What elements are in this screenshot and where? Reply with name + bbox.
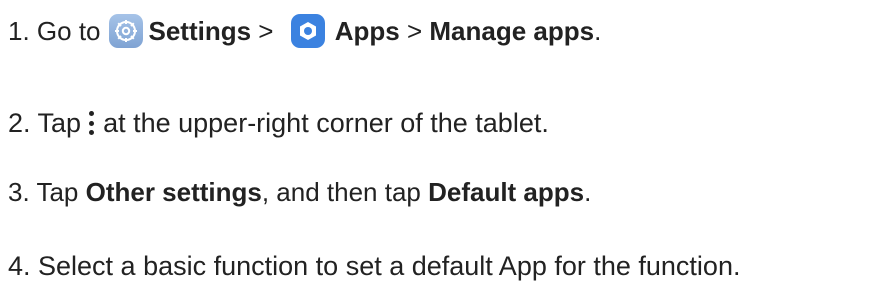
apps-icon	[290, 14, 325, 48]
manage-apps-label: Manage apps	[429, 16, 595, 46]
separator-1: >	[251, 16, 281, 46]
step-4: 4. Select a basic function to set a defa…	[8, 250, 740, 282]
step-3-end: .	[584, 177, 592, 207]
apps-label: Apps	[334, 16, 400, 46]
separator-2: >	[399, 16, 430, 46]
step-2-suffix: at the upper-right corner of the tablet.	[103, 108, 549, 138]
more-options-kebab-icon	[87, 111, 95, 135]
step-4-text: 4. Select a basic function to set a defa…	[8, 251, 741, 281]
step-1-prefix: 1. Go to	[8, 16, 101, 46]
step-3: 3. Tap Other settings , and then tap Def…	[8, 176, 591, 208]
step-2: 2. Tap at the upper-right corner of the …	[8, 107, 549, 139]
other-settings-label: Other settings	[85, 177, 262, 207]
settings-label: Settings	[148, 16, 252, 46]
step-1: 1. Go to Settings > Apps > Manage apps .	[8, 14, 601, 48]
step-2-prefix: 2. Tap	[8, 108, 82, 138]
settings-gear-icon	[108, 14, 143, 48]
default-apps-label: Default apps	[428, 177, 585, 207]
step-1-end: .	[594, 16, 602, 46]
step-3-prefix: 3. Tap	[8, 177, 86, 207]
step-3-middle: , and then tap	[261, 177, 429, 207]
